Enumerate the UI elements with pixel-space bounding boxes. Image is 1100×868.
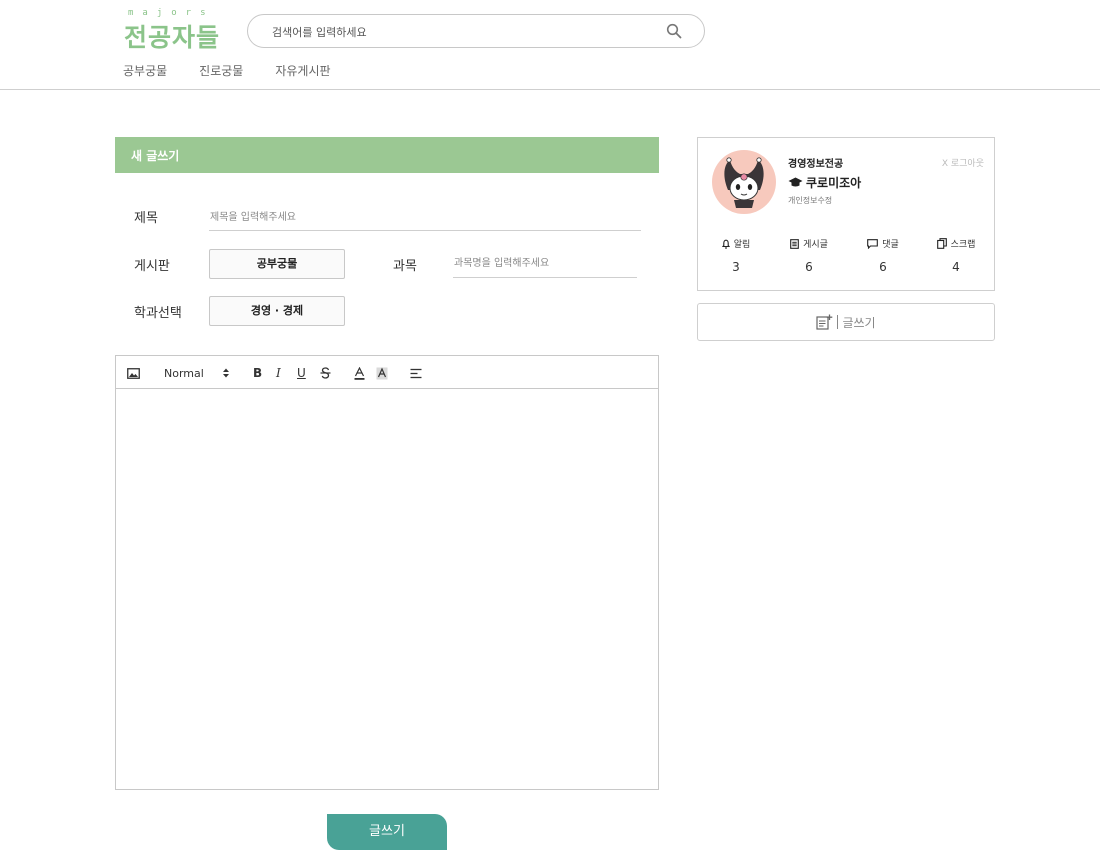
logout-button[interactable]: X 로그아웃 bbox=[942, 156, 984, 169]
new-post-icon bbox=[816, 314, 833, 330]
course-input[interactable] bbox=[453, 250, 637, 278]
stat-label: 댓글 bbox=[882, 240, 899, 250]
write-panel-title: 새 글쓰기 bbox=[131, 149, 180, 163]
search-bar bbox=[247, 14, 705, 48]
align-icon[interactable] bbox=[410, 365, 422, 381]
stat-notifications-label-row: 알림 bbox=[706, 237, 766, 250]
strikethrough-icon[interactable] bbox=[320, 365, 331, 381]
stat-posts-label-row: 게시글 bbox=[779, 237, 839, 250]
logo-title: 전공자들 bbox=[124, 23, 221, 52]
bell-icon bbox=[721, 239, 730, 249]
board-select-button[interactable]: 공부궁물 bbox=[209, 249, 345, 279]
top-header: majors 전공자들 공부궁물 진로궁물 자유게시판 bbox=[0, 0, 1100, 90]
stat-comments-label-row: 댓글 bbox=[853, 237, 913, 250]
board-label: 게시판 bbox=[134, 259, 170, 274]
stat-scraps[interactable]: 스크랩 4 bbox=[926, 237, 986, 274]
bold-button[interactable]: B bbox=[253, 365, 262, 381]
stat-value: 6 bbox=[879, 260, 887, 274]
department-label: 학과선택 bbox=[134, 306, 182, 321]
editor-toolbar: Normal B I U bbox=[116, 356, 658, 389]
italic-button[interactable]: I bbox=[276, 365, 281, 381]
search-icon[interactable] bbox=[666, 23, 682, 39]
sidebar-write-label: 글쓰기 bbox=[842, 315, 876, 330]
stat-label: 게시글 bbox=[803, 240, 828, 250]
site-logo[interactable]: majors 전공자들 bbox=[124, 8, 224, 52]
post-icon bbox=[790, 238, 799, 249]
graduation-cap-icon bbox=[788, 177, 803, 187]
nav-study[interactable]: 공부궁물 bbox=[123, 62, 167, 79]
format-select[interactable]: Normal bbox=[164, 365, 204, 381]
editor-content-area[interactable] bbox=[116, 389, 658, 789]
profile-nickname-row: 쿠로미조아 bbox=[788, 174, 861, 191]
underline-button[interactable]: U bbox=[297, 365, 306, 381]
department-select-button[interactable]: 경영 · 경제 bbox=[209, 296, 345, 326]
stat-value: 6 bbox=[805, 260, 813, 274]
subject-input[interactable] bbox=[209, 204, 641, 231]
stat-value: 3 bbox=[732, 260, 740, 274]
profile-nickname: 쿠로미조아 bbox=[806, 176, 862, 190]
avatar bbox=[712, 150, 776, 214]
nav-free-board[interactable]: 자유게시판 bbox=[275, 62, 330, 79]
stat-label: 스크랩 bbox=[950, 240, 976, 250]
search-input[interactable] bbox=[272, 23, 652, 41]
profile-major: 경영정보전공 bbox=[788, 159, 844, 170]
main-nav: 공부궁물 진로궁물 자유게시판 bbox=[123, 62, 331, 79]
nav-career[interactable]: 진로궁물 bbox=[199, 62, 243, 79]
course-label: 과목 bbox=[393, 259, 417, 274]
scrap-icon bbox=[936, 238, 947, 249]
rich-text-editor: Normal B I U bbox=[115, 355, 659, 790]
edit-profile-link[interactable]: 개인정보수정 bbox=[788, 195, 832, 206]
stat-scraps-label-row: 스크랩 bbox=[926, 237, 986, 250]
stat-label: 알림 bbox=[733, 240, 751, 250]
stat-posts[interactable]: 게시글 6 bbox=[779, 237, 839, 274]
stat-comments[interactable]: 댓글 6 bbox=[853, 237, 913, 274]
background-color-icon[interactable] bbox=[376, 365, 388, 381]
comment-icon bbox=[867, 238, 879, 249]
image-icon[interactable] bbox=[127, 365, 140, 381]
format-dropdown-icon[interactable] bbox=[222, 365, 230, 381]
sidebar-write-button[interactable]: 글쓰기 bbox=[697, 303, 995, 341]
stat-value: 4 bbox=[952, 260, 960, 274]
write-panel-header: 새 글쓰기 bbox=[115, 137, 659, 173]
kuromi-avatar-icon bbox=[724, 157, 764, 208]
text-color-icon[interactable] bbox=[354, 365, 365, 381]
submit-post-button[interactable]: 글쓰기 bbox=[327, 814, 447, 850]
subject-label: 제목 bbox=[134, 211, 158, 226]
sidebar-write-divider bbox=[837, 315, 839, 329]
profile-card: 경영정보전공 X 로그아웃 쿠로미조아 개인정보수정 알림 3 게시글 6 댓글… bbox=[697, 137, 995, 291]
stat-notifications[interactable]: 알림 3 bbox=[706, 237, 766, 274]
logo-subtitle: majors bbox=[128, 8, 215, 18]
